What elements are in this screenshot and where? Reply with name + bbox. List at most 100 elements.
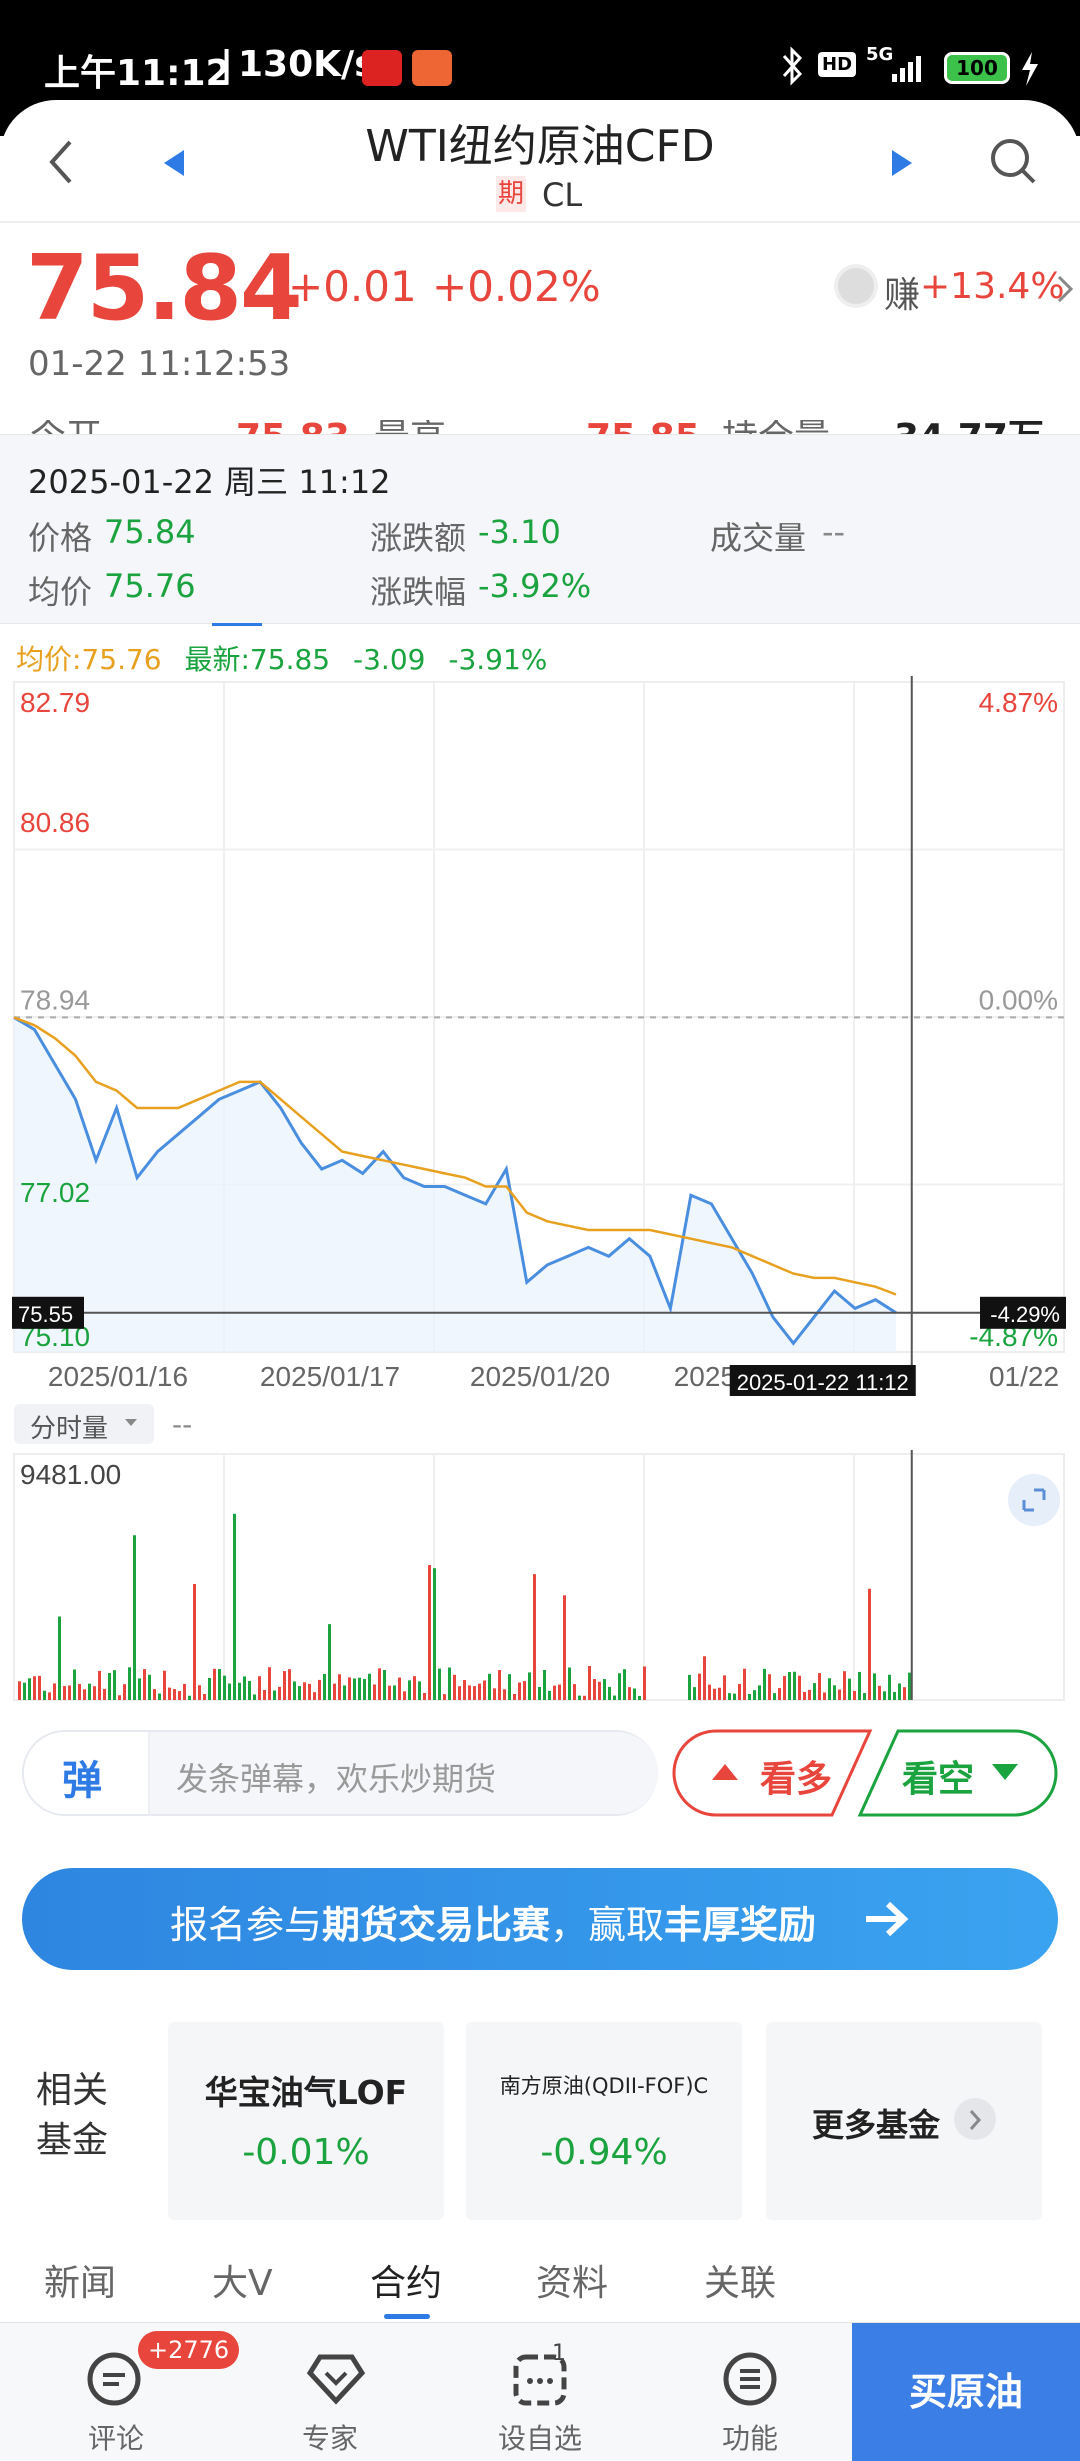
volume-bar [633, 1688, 636, 1700]
volume-selector[interactable]: 分时量 [14, 1404, 154, 1444]
volume-bar [853, 1690, 856, 1700]
volume-bar [413, 1676, 416, 1700]
tab-news[interactable]: 新闻 [44, 2254, 116, 2306]
fund-card-1[interactable]: 华宝油气LOF -0.01% [168, 2022, 444, 2220]
expert-icon [306, 2354, 366, 2405]
more-funds-card[interactable]: 更多基金 [766, 2022, 1042, 2220]
volume-bar [358, 1677, 361, 1700]
fund-change: -0.94% [540, 2132, 668, 2173]
volume-bar [638, 1695, 641, 1700]
tab-contract[interactable]: 合约 [370, 2254, 442, 2306]
volume-bar [703, 1656, 706, 1700]
next-icon[interactable] [890, 148, 914, 178]
status-divider: | [220, 44, 234, 85]
volume-bar [163, 1670, 166, 1700]
volume-bar [718, 1687, 721, 1700]
tooltip-chg-label: 涨跌额 [370, 519, 467, 557]
price-chart[interactable]: 82.7980.8678.9477.0275.104.87%0.00%-4.87… [0, 676, 1080, 1396]
avatar[interactable] [834, 264, 878, 308]
volume-bar [713, 1688, 716, 1700]
legend-chg: -3.09 [353, 643, 426, 676]
function-button[interactable]: 功能 [700, 2341, 800, 2455]
volume-bar [333, 1683, 336, 1700]
volume-chart[interactable]: 9481.00 [0, 1450, 1080, 1702]
buy-button[interactable]: 买原油 [852, 2323, 1080, 2461]
volume-bar [253, 1694, 256, 1700]
expert-button[interactable]: 专家 [288, 2341, 388, 2455]
volume-bar [893, 1691, 896, 1700]
tab-related[interactable]: 关联 [704, 2254, 776, 2306]
volume-bar [378, 1668, 381, 1700]
volume-bar [73, 1669, 76, 1700]
volume-bar [348, 1677, 351, 1700]
tooltip-avg-value: 75.76 [104, 567, 196, 605]
volume-bar [733, 1693, 736, 1700]
banner-bold-2: 丰厚奖励 [664, 1903, 817, 1947]
high-label: 最高 [374, 420, 446, 434]
tab-bigv[interactable]: 大V [212, 2254, 273, 2306]
open-label: 今开 [30, 420, 102, 434]
volume-bar [418, 1681, 421, 1700]
volume-bar [383, 1670, 386, 1700]
app-notification-icon-2 [412, 50, 452, 86]
volume-bar [28, 1678, 31, 1700]
danmu-input-box[interactable]: 弹 发条弹幕，欢乐炒期货 [22, 1730, 658, 1816]
caret-down-icon [125, 1419, 137, 1426]
tooltip-vol-label: 成交量 [710, 519, 807, 557]
header: WTI纽约原油CFD 期 CL [0, 100, 1080, 222]
tooltip-avg-label: 均价 [28, 573, 93, 611]
volume-bar [483, 1680, 486, 1700]
volume-bar [243, 1676, 246, 1700]
fund-name: 南方原油(QDII-FOF)C [499, 2074, 709, 2098]
danmu-placeholder: 发条弹幕，欢乐炒期货 [176, 1760, 497, 1798]
fund-card-2[interactable]: 南方原油(QDII-FOF)C -0.94% [466, 2022, 742, 2220]
volume-bar [808, 1689, 811, 1700]
volume-bar [23, 1682, 26, 1700]
volume-bar [123, 1684, 126, 1700]
tooltip-chgpct-label: 涨跌幅 [370, 573, 467, 611]
watchlist-badge: 1 [552, 2341, 566, 2366]
volume-bar [748, 1694, 751, 1700]
volume-bar [313, 1692, 316, 1700]
volume-bar [208, 1677, 211, 1700]
volume-bar [103, 1688, 106, 1700]
volume-bar [318, 1679, 321, 1700]
earn-label[interactable]: 赚 [884, 266, 920, 318]
status-time: 上午11:12 [44, 53, 231, 94]
chevron-right-icon[interactable] [1056, 274, 1074, 304]
tab-info[interactable]: 资料 [536, 2254, 608, 2306]
volume-bar [143, 1669, 146, 1700]
volume-bar [568, 1667, 571, 1700]
volume-bar [363, 1678, 366, 1700]
volume-bar [773, 1693, 776, 1700]
volume-bar [908, 1672, 911, 1700]
search-icon[interactable] [988, 136, 1038, 186]
volume-bar [693, 1687, 696, 1700]
volume-bar [353, 1678, 356, 1700]
volume-bar [643, 1666, 646, 1700]
y-axis-label-left: 78.94 [20, 984, 90, 1015]
volume-bar [218, 1669, 221, 1700]
price-change: +0.01 [288, 262, 417, 311]
tooltip-price-value: 75.84 [104, 513, 196, 551]
watchlist-button[interactable]: 1 设自选 [490, 2341, 590, 2455]
volume-bar [343, 1685, 346, 1700]
volume-bar [53, 1683, 56, 1700]
volume-max-label: 9481.00 [20, 1459, 121, 1490]
x-axis-label: 2025/01/17 [260, 1361, 400, 1392]
volume-bar [453, 1674, 456, 1700]
volume-bar [618, 1673, 621, 1700]
tooltip-vol-value: -- [822, 513, 846, 551]
volume-bar [188, 1695, 191, 1700]
volume-bar [278, 1686, 281, 1700]
volume-bar [778, 1688, 781, 1700]
earn-value[interactable]: +13.4% [920, 266, 1065, 307]
volume-bar [408, 1680, 411, 1700]
contest-banner[interactable]: 报名参与期货交易比赛，赢取丰厚奖励 [22, 1868, 1058, 1970]
danmu-input[interactable]: 发条弹幕，欢乐炒期货 [150, 1732, 658, 1814]
volume-bar [578, 1695, 581, 1700]
cloud-down-icon [992, 1764, 1018, 1780]
price-change-pct: +0.02% [432, 262, 601, 311]
crosshair-time-text: 2025-01-22 11:12 [737, 1370, 909, 1395]
volume-bar [133, 1535, 136, 1700]
